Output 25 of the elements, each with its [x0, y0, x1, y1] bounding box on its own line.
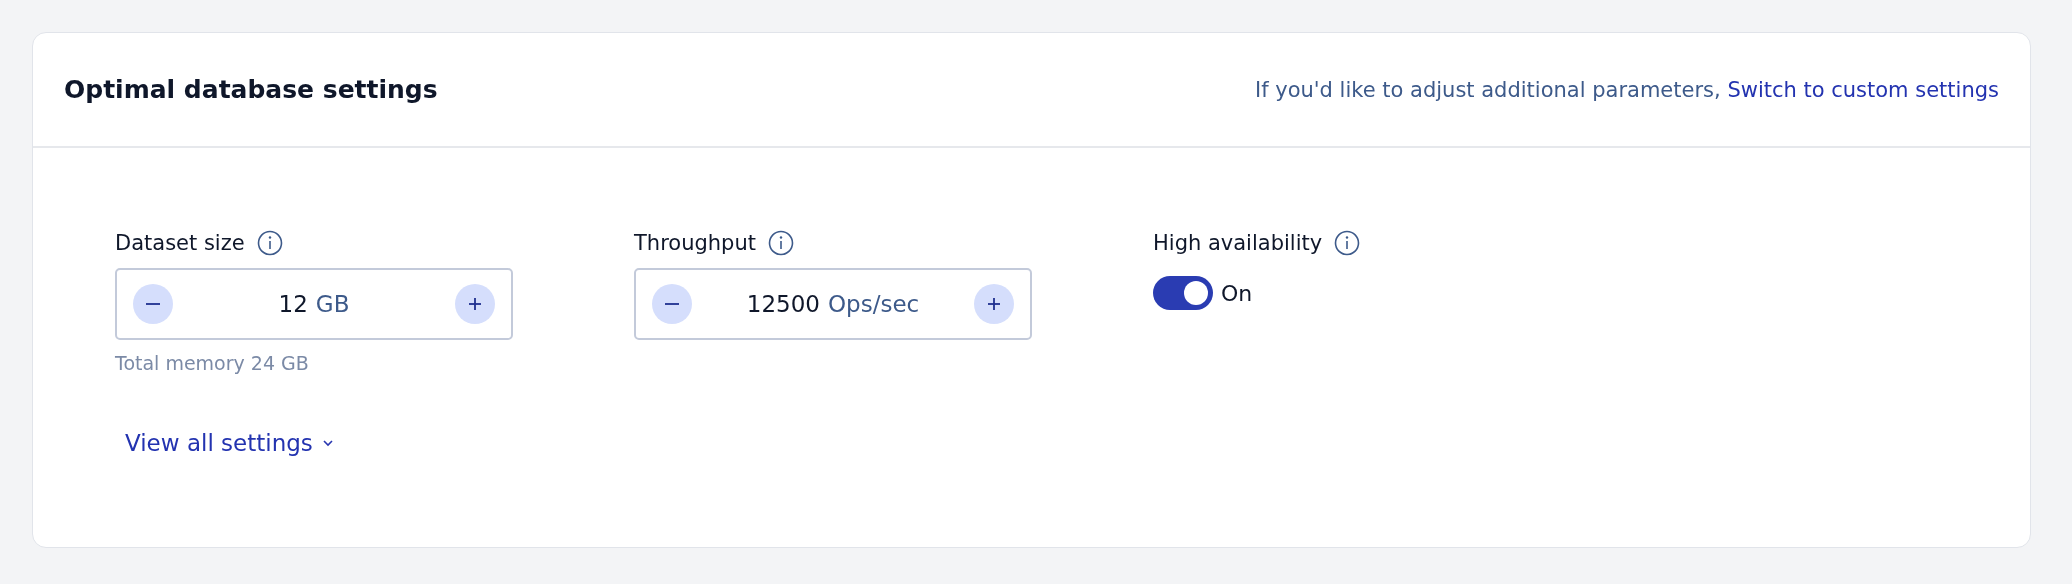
- setting-label: Dataset size: [115, 231, 245, 255]
- memory-note: Total memory 24 GB: [115, 352, 310, 374]
- increment-button[interactable]: [455, 284, 495, 324]
- plus-icon: [986, 296, 1002, 312]
- setting-label: High availability: [1153, 231, 1323, 255]
- stepper-field[interactable]: 12500 Ops/sec: [634, 268, 1032, 340]
- view-all-link[interactable]: View all settings: [125, 430, 335, 456]
- custom-settings-link[interactable]: Switch to custom settings: [1727, 77, 1999, 102]
- value-number: 12: [278, 291, 308, 317]
- info-icon: [768, 230, 794, 256]
- info-icon: [256, 230, 283, 256]
- value-unit: GB: [315, 291, 350, 317]
- minus-icon: [665, 303, 679, 305]
- plus-icon: [467, 296, 483, 312]
- minus-icon: [146, 303, 160, 305]
- card-title: Optimal database settings: [64, 75, 438, 104]
- value-unit: Ops/sec: [827, 291, 920, 317]
- hint-text: If you'd like to adjust additional parameters,: [1255, 77, 1721, 102]
- setting-label: Throughput: [634, 231, 756, 255]
- info-icon: [1334, 230, 1361, 256]
- stepper-field[interactable]: 12 GB: [115, 268, 513, 340]
- toggle-state-label: On: [1221, 280, 1253, 306]
- increment-button[interactable]: [974, 284, 1014, 324]
- value-number: 12500: [746, 291, 820, 317]
- toggle-switch[interactable]: [1153, 276, 1213, 310]
